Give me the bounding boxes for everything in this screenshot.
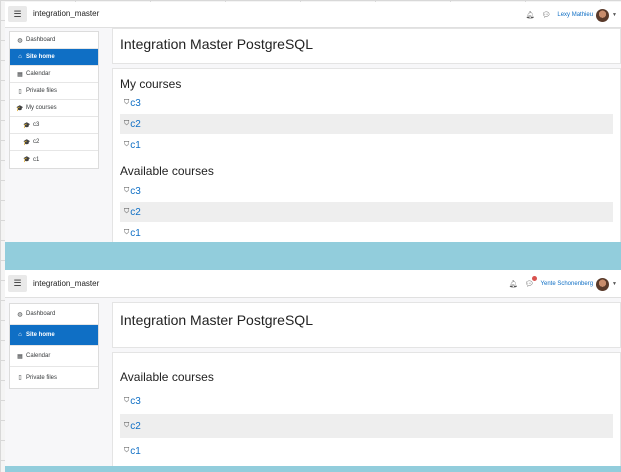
navbar: ☰ integration_master 🔔︎ 💬︎ Lexy Mathieu …	[5, 2, 621, 28]
sidebar-item-site-home[interactable]: ⌂ Site home	[10, 49, 98, 66]
course-icon: ⛉	[124, 187, 130, 194]
sidebar-item-label: c3	[33, 122, 40, 128]
sidebar-item-label: Private files	[26, 374, 58, 381]
course-list-item[interactable]: ⛉ c3	[120, 181, 613, 201]
sidebar-item-calendar[interactable]: ▦ Calendar	[10, 346, 98, 367]
user-menu-area: 🔔︎ 💬︎ Yente Schonenberg ▼	[509, 270, 621, 298]
course-icon: ⛉	[124, 229, 130, 236]
sidebar-item-dashboard[interactable]: ◍ Dashboard	[10, 304, 98, 325]
site-name[interactable]: integration_master	[33, 9, 99, 18]
dashboard-icon: ◍	[17, 311, 23, 318]
bottom-divider	[5, 466, 621, 472]
course-list-item[interactable]: ⛉ c3	[120, 93, 613, 113]
avatar[interactable]	[596, 277, 610, 291]
chevron-down-icon[interactable]: ▼	[612, 281, 617, 287]
nav-drawer-toggle-button[interactable]: ☰	[8, 6, 27, 22]
user-name[interactable]: Lexy Mathieu	[557, 12, 593, 18]
message-icon[interactable]: 💬︎	[525, 276, 537, 288]
course-link[interactable]: c2	[130, 207, 141, 218]
sidebar-item-label: Site home	[26, 332, 55, 338]
course-link[interactable]: c3	[130, 186, 141, 197]
sidebar-item-c1[interactable]: 🎓 c1	[10, 151, 98, 168]
sidebar-item-label: My courses	[26, 105, 57, 111]
course-icon: ⛉	[124, 422, 130, 429]
course-link[interactable]: c1	[130, 446, 141, 457]
nav-drawer: ◍ Dashboard ⌂ Site home ▦ Calendar ▯ Private fi…	[9, 31, 99, 169]
course-link[interactable]: c2	[130, 119, 141, 130]
course-list-item[interactable]: ⛉ c2	[120, 202, 613, 222]
course-list-item[interactable]: ⛉ c3	[120, 389, 613, 413]
sidebar-item-label: c2	[33, 139, 40, 145]
course-list-item[interactable]: ⛉ c2	[120, 414, 613, 438]
sidebar-item-label: c1	[33, 156, 40, 163]
available-courses-heading: Available courses	[120, 370, 214, 384]
site-name[interactable]: integration_master	[33, 279, 99, 288]
notification-badge	[531, 276, 537, 281]
course-list-item[interactable]: ⛉ c2	[120, 114, 613, 134]
graduation-cap-icon: 🎓	[23, 157, 31, 163]
page-title: Integration Master PostgreSQL	[120, 312, 313, 328]
course-link[interactable]: c3	[130, 396, 141, 407]
nav-drawer: ◍ Dashboard ⌂ Site home ▦ Calendar ▯ Private fi…	[9, 303, 99, 389]
course-icon: ⛉	[124, 208, 130, 215]
navbar: ☰ integration_master 🔔︎ 💬︎ Yente Schonen…	[5, 270, 621, 298]
course-link[interactable]: c3	[130, 98, 141, 109]
available-courses-heading: Available courses	[120, 164, 214, 178]
sidebar-item-dashboard[interactable]: ◍ Dashboard	[10, 32, 98, 49]
graduation-cap-icon: 🎓	[23, 139, 31, 146]
calendar-icon: ▦	[17, 353, 23, 360]
dashboard-icon: ◍	[17, 37, 23, 44]
sidebar-item-c3[interactable]: 🎓 c3	[10, 117, 98, 134]
sidebar-item-label: Calendar	[26, 353, 51, 359]
graduation-cap-icon: 🎓	[23, 122, 31, 129]
home-icon: ⌂	[18, 54, 22, 60]
graduation-cap-icon: 🎓	[16, 105, 24, 112]
sidebar-item-calendar[interactable]: ▦ Calendar	[10, 66, 98, 83]
calendar-icon: ▦	[17, 71, 23, 78]
sidebar-item-c2[interactable]: 🎓 c2	[10, 134, 98, 151]
course-icon: ⛉	[124, 447, 130, 454]
avatar[interactable]	[596, 8, 610, 22]
user-name[interactable]: Yente Schonenberg	[541, 281, 594, 287]
home-icon: ⌂	[18, 332, 22, 338]
my-courses-heading: My courses	[120, 77, 182, 91]
course-link[interactable]: c2	[130, 421, 141, 432]
course-icon: ⛉	[124, 120, 130, 127]
top-window: ☰ integration_master 🔔︎ 💬︎ Lexy Mathieu …	[5, 2, 621, 242]
sidebar-item-label: Calendar	[26, 71, 51, 77]
sidebar-item-label: Dashboard	[26, 37, 56, 43]
file-icon: ▯	[18, 88, 22, 95]
nav-drawer-toggle-button[interactable]: ☰	[8, 275, 27, 292]
sidebar-item-label: Site home	[26, 54, 55, 60]
course-link[interactable]: c1	[130, 140, 141, 151]
sidebar-item-label: Private files	[26, 88, 58, 94]
file-icon: ▯	[18, 375, 22, 381]
chevron-down-icon[interactable]: ▼	[612, 12, 617, 18]
pane-divider	[5, 242, 621, 270]
bottom-window: ☰ integration_master 🔔︎ 💬︎ Yente Schonen…	[5, 270, 621, 466]
course-list-item[interactable]: ⛉ c1	[120, 439, 613, 463]
page-title: Integration Master PostgreSQL	[120, 36, 313, 52]
course-icon: ⛉	[124, 141, 130, 148]
course-icon: ⛉	[124, 397, 130, 404]
course-list-item[interactable]: ⛉ c1	[120, 223, 613, 242]
bell-icon[interactable]: 🔔︎	[509, 280, 518, 288]
sidebar-item-private-files[interactable]: ▯ Private files	[10, 367, 98, 388]
hamburger-icon: ☰	[13, 278, 22, 288]
course-link[interactable]: c1	[130, 228, 141, 239]
user-menu-area: 🔔︎ 💬︎ Lexy Mathieu ▼	[526, 2, 621, 28]
course-list-item[interactable]: ⛉ c1	[120, 135, 613, 155]
sidebar-item-site-home[interactable]: ⌂ Site home	[10, 325, 98, 346]
sidebar-item-private-files[interactable]: ▯ Private files	[10, 83, 98, 100]
sidebar-item-label: Dashboard	[26, 311, 56, 317]
hamburger-icon: ☰	[13, 8, 22, 19]
bell-icon[interactable]: 🔔︎	[526, 11, 535, 19]
sidebar-item-my-courses[interactable]: 🎓 My courses	[10, 100, 98, 117]
course-icon: ⛉	[124, 99, 130, 106]
message-icon[interactable]: 💬︎	[541, 11, 550, 19]
